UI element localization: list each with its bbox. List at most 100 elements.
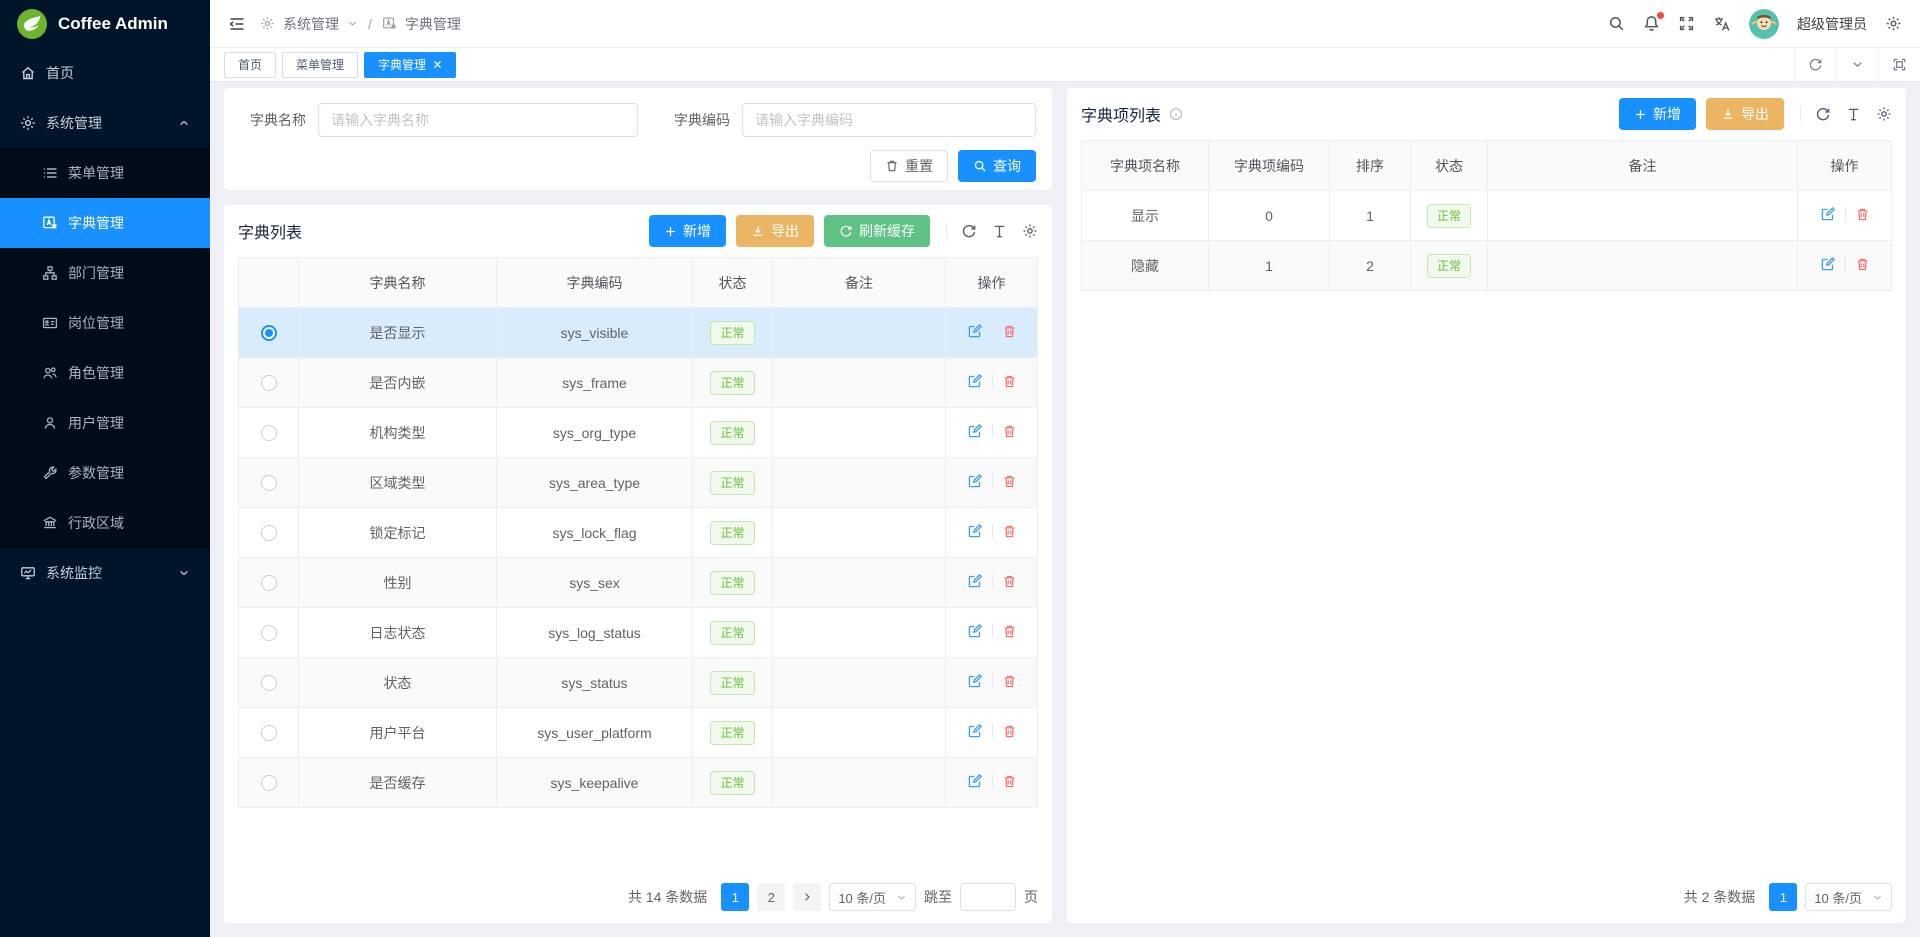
table-row[interactable]: 用户平台 sys_user_platform 正常 <box>239 708 1038 758</box>
sidebar-item-region[interactable]: 行政区域 <box>0 498 210 548</box>
refresh-icon[interactable] <box>1794 48 1836 82</box>
close-icon[interactable] <box>433 60 442 69</box>
sidebar-item-role-mgmt[interactable]: 角色管理 <box>0 348 210 398</box>
edit-icon[interactable] <box>967 623 983 639</box>
edit-icon[interactable] <box>967 423 983 439</box>
settings-gear-icon[interactable] <box>1885 15 1902 32</box>
column-settings-gear-icon[interactable] <box>1022 223 1038 239</box>
tab-home[interactable]: 首页 <box>224 52 276 78</box>
edit-icon[interactable] <box>967 373 983 389</box>
table-row[interactable]: 是否内嵌 sys_frame 正常 <box>239 358 1038 408</box>
table-row[interactable]: 机构类型 sys_org_type 正常 <box>239 408 1038 458</box>
row-radio[interactable] <box>261 775 277 791</box>
edit-icon[interactable] <box>1820 206 1836 222</box>
page-size-select[interactable]: 10 条/页 <box>829 883 916 911</box>
row-radio[interactable] <box>261 525 277 541</box>
breadcrumb-parent[interactable]: 系统管理 <box>283 14 339 34</box>
add-dict-button[interactable]: 新增 <box>649 215 726 247</box>
jump-page-input[interactable] <box>960 883 1016 911</box>
table-row[interactable]: 显示 0 1 正常 <box>1082 191 1892 241</box>
delete-icon[interactable] <box>1855 257 1870 272</box>
edit-icon[interactable] <box>967 773 983 789</box>
row-radio[interactable] <box>261 625 277 641</box>
row-radio[interactable] <box>261 725 277 741</box>
table-row[interactable]: 是否显示 sys_visible 正常 <box>239 308 1038 358</box>
sidebar-item-label: 岗位管理 <box>68 313 124 333</box>
avatar[interactable] <box>1749 9 1779 39</box>
row-radio[interactable] <box>261 675 277 691</box>
search-label: 查询 <box>993 156 1021 176</box>
notification-bell-icon[interactable] <box>1643 15 1660 32</box>
edit-icon[interactable] <box>967 323 983 339</box>
table-row[interactable]: 区域类型 sys_area_type 正常 <box>239 458 1038 508</box>
refresh-icon[interactable] <box>1815 106 1831 122</box>
tab-dict-mgmt[interactable]: 字典管理 <box>364 52 456 78</box>
sidebar-item-monitor[interactable]: 系统监控 <box>0 548 210 598</box>
page-button-2[interactable]: 2 <box>757 883 785 911</box>
sidebar-item-param-mgmt[interactable]: 参数管理 <box>0 448 210 498</box>
add-dict-item-button[interactable]: 新增 <box>1619 98 1696 130</box>
delete-icon[interactable] <box>1002 624 1017 639</box>
row-height-icon[interactable] <box>1846 107 1861 122</box>
edit-icon[interactable] <box>1820 256 1836 272</box>
export-dict-item-button[interactable]: 导出 <box>1706 98 1784 130</box>
collapse-sidebar-icon[interactable] <box>228 15 246 33</box>
page-button-1[interactable]: 1 <box>721 883 749 911</box>
delete-icon[interactable] <box>1002 574 1017 589</box>
edit-icon[interactable] <box>967 723 983 739</box>
sidebar-item-post-mgmt[interactable]: 岗位管理 <box>0 298 210 348</box>
expand-content-icon[interactable] <box>1878 48 1920 82</box>
dict-name-cell: 锁定标记 <box>299 508 497 558</box>
delete-icon[interactable] <box>1002 674 1017 689</box>
table-row[interactable]: 隐藏 1 2 正常 <box>1082 241 1892 291</box>
delete-icon[interactable] <box>1002 724 1017 739</box>
table-row[interactable]: 是否缓存 sys_keepalive 正常 <box>239 758 1038 808</box>
edit-icon[interactable] <box>967 673 983 689</box>
refresh-cache-button[interactable]: 刷新缓存 <box>824 215 930 247</box>
row-radio[interactable] <box>261 325 277 341</box>
column-settings-gear-icon[interactable] <box>1876 106 1892 122</box>
tab-menu-mgmt[interactable]: 菜单管理 <box>282 52 358 78</box>
search-icon[interactable] <box>1608 15 1625 32</box>
table-row[interactable]: 性别 sys_sex 正常 <box>239 558 1038 608</box>
user-name[interactable]: 超级管理员 <box>1797 14 1867 34</box>
fullscreen-icon[interactable] <box>1678 15 1695 32</box>
sidebar-item-system[interactable]: 系统管理 <box>0 98 210 148</box>
delete-icon[interactable] <box>1002 524 1017 539</box>
sidebar-item-home[interactable]: 首页 <box>0 48 210 98</box>
edit-icon[interactable] <box>967 473 983 489</box>
row-radio[interactable] <box>261 375 277 391</box>
refresh-icon[interactable] <box>961 223 977 239</box>
sidebar-item-menu-mgmt[interactable]: 菜单管理 <box>0 148 210 198</box>
translate-icon[interactable] <box>1713 15 1731 33</box>
edit-icon[interactable] <box>967 523 983 539</box>
sidebar-item-dept-mgmt[interactable]: 部门管理 <box>0 248 210 298</box>
jump-unit: 页 <box>1024 887 1038 907</box>
page-button-1[interactable]: 1 <box>1769 883 1797 911</box>
row-radio[interactable] <box>261 425 277 441</box>
table-row[interactable]: 状态 sys_status 正常 <box>239 658 1038 708</box>
delete-icon[interactable] <box>1002 474 1017 489</box>
sidebar-item-dict-mgmt[interactable]: 字典管理 <box>0 198 210 248</box>
export-dict-button[interactable]: 导出 <box>736 215 814 247</box>
table-row[interactable]: 日志状态 sys_log_status 正常 <box>239 608 1038 658</box>
dict-code-input[interactable] <box>742 103 1036 137</box>
chevron-down-icon[interactable] <box>1836 48 1878 82</box>
dict-name-input[interactable] <box>318 103 638 137</box>
search-button[interactable]: 查询 <box>958 150 1036 182</box>
delete-icon[interactable] <box>1002 374 1017 389</box>
next-page-button[interactable] <box>793 883 821 911</box>
row-height-icon[interactable] <box>992 224 1007 239</box>
delete-icon[interactable] <box>1002 774 1017 789</box>
page-size-select[interactable]: 10 条/页 <box>1805 883 1892 911</box>
export-label: 导出 <box>1741 104 1769 124</box>
delete-icon[interactable] <box>1002 324 1017 339</box>
table-row[interactable]: 锁定标记 sys_lock_flag 正常 <box>239 508 1038 558</box>
edit-icon[interactable] <box>967 573 983 589</box>
row-radio[interactable] <box>261 475 277 491</box>
delete-icon[interactable] <box>1855 207 1870 222</box>
sidebar-item-user-mgmt[interactable]: 用户管理 <box>0 398 210 448</box>
reset-button[interactable]: 重置 <box>870 150 948 182</box>
row-radio[interactable] <box>261 575 277 591</box>
delete-icon[interactable] <box>1002 424 1017 439</box>
